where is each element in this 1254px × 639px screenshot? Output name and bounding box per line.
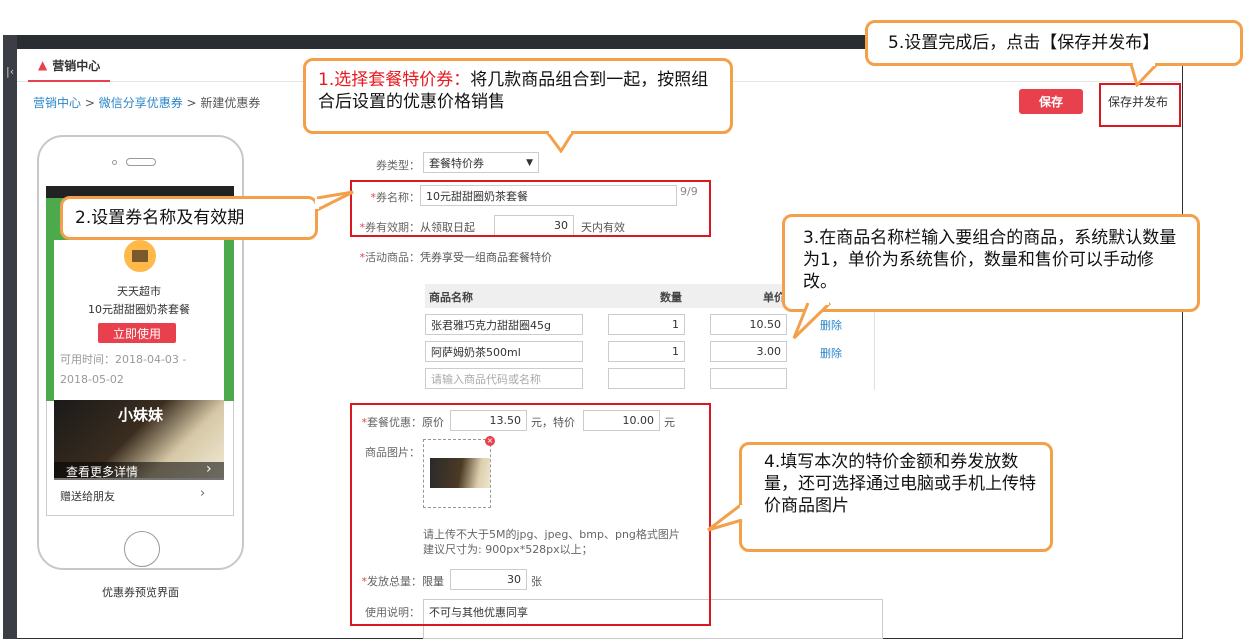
breadcrumb-current: 新建优惠券	[200, 96, 261, 110]
coupon-type-select[interactable]: 套餐特价券 ▼	[423, 152, 539, 173]
coupon-name: 10元甜甜圈奶茶套餐	[88, 303, 190, 316]
store-name: 天天超市	[117, 285, 161, 298]
goods-new-qty[interactable]	[608, 368, 685, 389]
breadcrumb-separator: >	[81, 96, 99, 110]
phone-camera	[112, 160, 117, 165]
goods-row-1-name[interactable]: 张君雅巧克力甜甜圈45g	[425, 314, 583, 335]
breadcrumb-separator: >	[182, 96, 201, 110]
coupon-type-label: 券类型：	[376, 159, 420, 172]
save-button[interactable]: 保存	[1019, 89, 1083, 114]
tab-label: 营销中心	[52, 58, 101, 73]
dropdown-arrow-icon: ▼	[526, 157, 533, 168]
phone-speaker	[126, 158, 156, 166]
store-icon	[122, 238, 158, 274]
callout-step-5: 5.设置完成后，点击【保存并发布】	[865, 20, 1243, 66]
callout-step-2: 2.设置券名称及有效期	[60, 196, 318, 240]
photo-brand-text: 小妹妹	[118, 406, 164, 424]
goods-desc: 凭券享受一组商品套餐特价	[420, 251, 552, 264]
goods-row-2-price[interactable]: 3.00	[710, 341, 787, 362]
chevron-right-icon: ›	[200, 486, 206, 501]
publish-highlight-box	[1099, 83, 1181, 127]
use-time: 可用时间：2018-04-03 - 2018-05-02	[60, 353, 187, 386]
preview-caption: 优惠券预览界面	[102, 586, 179, 599]
breadcrumb-link-wechat-coupon[interactable]: 微信分享优惠券	[99, 96, 183, 110]
share-to-friend-link[interactable]: 赠送给朋友	[54, 486, 224, 506]
breadcrumb: 营销中心 > 微信分享优惠券 > 新建优惠券	[33, 94, 260, 111]
more-details-link[interactable]: 查看更多详情	[54, 462, 224, 480]
goods-row-1-qty[interactable]: 1	[608, 314, 685, 335]
collapse-sidebar-button[interactable]: |‹	[3, 35, 17, 639]
col-product-name: 商品名称	[429, 291, 473, 304]
callout-5-tail	[1129, 63, 1159, 87]
callout-1-highlight: 1.选择套餐特价券：	[318, 70, 471, 90]
collapse-icon: |‹	[6, 65, 15, 78]
chevron-right-icon: ›	[206, 461, 212, 477]
use-now-button[interactable]: 立即使用	[98, 323, 176, 343]
callout-1-tail	[545, 131, 575, 153]
tab-marketing-center[interactable]: ▲ 营销中心	[28, 50, 111, 82]
callout-2-tail	[315, 190, 354, 212]
goods-row-2-name[interactable]: 阿萨姆奶茶500ml	[425, 341, 583, 362]
name-validity-highlight-box	[350, 180, 711, 237]
callout-3-tail	[792, 300, 832, 340]
goods-row-2-qty[interactable]: 1	[608, 341, 685, 362]
coupon-type-value: 套餐特价券	[429, 156, 484, 170]
package-highlight-box	[350, 403, 711, 626]
phone-home-button	[124, 531, 160, 567]
home-icon: ▲	[38, 58, 48, 72]
goods-search-input[interactable]: 请输入商品代码或名称	[425, 368, 583, 389]
callout-step-4: 4.填写本次的特价金额和券发放数量，还可选择通过电脑或手机上传特价商品图片	[739, 442, 1053, 552]
col-quantity: 数量	[660, 291, 682, 304]
callout-step-1: 1.选择套餐特价券：将几款商品组合到一起，按照组合后设置的优惠价格销售	[303, 58, 733, 134]
callout-step-3: 3.在商品名称栏输入要组合的商品，系统默认数量为1，单价为系统售价，数量和售价可…	[782, 214, 1200, 312]
callout-4-tail	[707, 502, 744, 532]
breadcrumb-link-marketing[interactable]: 营销中心	[33, 96, 81, 110]
goods-label: *活动商品：	[359, 251, 421, 264]
goods-row-2-delete[interactable]: 删除	[820, 345, 842, 361]
goods-row-1-price[interactable]: 10.50	[710, 314, 787, 335]
goods-new-price[interactable]	[710, 368, 787, 389]
